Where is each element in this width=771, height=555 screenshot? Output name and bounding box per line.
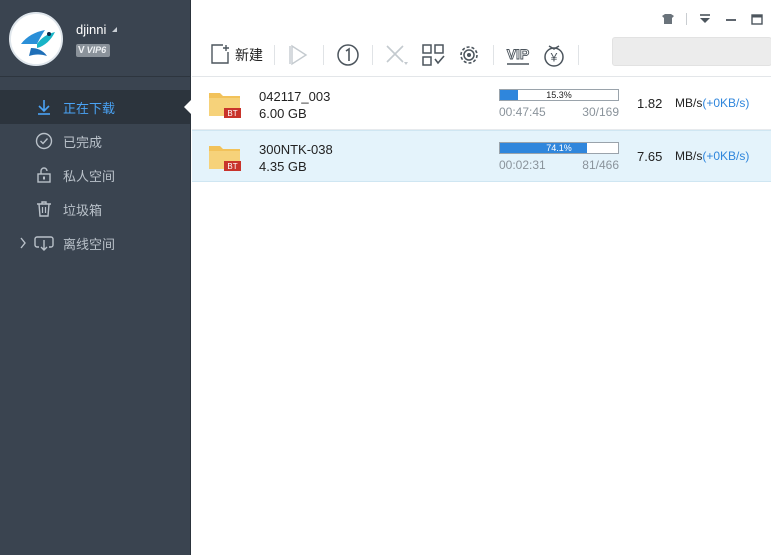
skin-shirt-icon[interactable] [658,9,678,29]
window-controls [658,9,767,29]
play-icon [289,44,308,66]
toolbar-divider [372,45,373,65]
speed-unit: MB/s(+0KB/s) [675,149,749,163]
vip-level-text: VIP6 [86,45,107,55]
vip-text: VIP [507,46,530,62]
sidebar-item-offline-space[interactable]: 离线空间 [0,226,191,260]
menu-dropdown-icon[interactable] [695,9,715,29]
new-task-button[interactable]: 新建 [204,40,268,70]
bt-badge: BT [227,109,237,118]
progress-percent: 15.3% [546,90,572,100]
sidebar-nav: 正在下载 已完成 私人空间 垃圾箱 离线空间 [0,90,192,260]
pieces-count: 30/169 [582,105,619,119]
maximize-icon[interactable] [747,9,767,29]
sidebar-item-private-space[interactable]: 私人空间 [0,158,191,192]
active-indicator [184,99,192,115]
task-size: 6.00 GB [259,106,307,121]
toolbar: 新建 VIP ¥ [204,40,585,70]
task-row[interactable]: BT 042117_003 6.00 GB 15.3% 00:47:45 30/… [192,78,771,130]
chevron-right-icon[interactable] [19,237,27,249]
progress-bar: 15.3% [499,89,619,101]
settings-gear-icon [460,46,478,64]
toolbar-divider [578,45,579,65]
bt-folder-icon: BT [208,142,242,172]
minimize-icon[interactable] [721,9,741,29]
vip-icon: VIP [506,46,530,65]
cloud-download-icon [33,233,55,253]
sidebar-item-trash[interactable]: 垃圾箱 [0,192,191,226]
username[interactable]: djinni [76,22,106,37]
sidebar-item-downloading[interactable]: 正在下载 [0,90,192,124]
vip-level-badge[interactable]: V VIP6 [76,44,111,57]
qr-code-icon [422,44,445,66]
window-controls-divider [686,13,687,25]
coin-symbol: ¥ [550,51,558,65]
sidebar-item-label: 离线空间 [63,236,116,252]
new-task-icon [209,43,231,68]
search-input[interactable] [612,37,771,66]
sidebar-item-label: 私人空间 [63,168,116,184]
sidebar-item-completed[interactable]: 已完成 [0,124,191,158]
progress-bar: 74.1% [499,142,619,154]
coin-button[interactable]: ¥ [536,40,572,70]
sidebar-item-label: 已完成 [63,134,103,150]
task-name: 300NTK-038 [259,142,333,157]
bt-folder-icon: BT [208,89,242,119]
pieces-count: 81/466 [582,158,619,172]
task-size: 4.35 GB [259,159,307,174]
bird-logo-icon [11,14,61,64]
start-button[interactable] [281,40,317,70]
task-row[interactable]: BT 300NTK-038 4.35 GB 74.1% 00:02:31 81/… [192,130,771,182]
user-avatar[interactable] [9,12,63,66]
time-remaining: 00:47:45 [499,105,546,119]
upload-speed: (+0KB/s) [702,149,750,163]
toolbar-divider [493,45,494,65]
time-remaining: 00:02:31 [499,158,546,172]
sidebar-item-label: 垃圾箱 [63,202,103,218]
vip-letter: V [78,45,85,56]
vip-button[interactable]: VIP [500,40,536,70]
lock-icon [33,165,55,185]
qr-code-button[interactable] [415,40,451,70]
coin-icon: ¥ [544,45,564,67]
bt-badge: BT [227,162,237,171]
top-bar: 新建 VIP ¥ [192,0,771,77]
task-name: 042117_003 [259,89,331,104]
new-task-label: 新建 [235,47,263,63]
sidebar: djinni V VIP6 正在下载 已完成 私人空间 垃圾箱 离线空间 [0,0,192,555]
user-menu-caret-icon[interactable] [112,27,117,32]
download-speed: 7.65 [637,149,663,164]
speed-limit-button[interactable] [330,40,366,70]
speed-unit-text: MB/s [675,149,703,163]
toolbar-divider [274,45,275,65]
upload-speed: (+0KB/s) [702,96,750,110]
check-circle-icon [33,131,55,151]
speed-limit-icon [337,44,359,66]
delete-icon [386,45,408,65]
delete-button[interactable] [379,40,415,70]
download-speed: 1.82 [637,96,663,111]
download-arrow-icon [33,97,55,117]
sidebar-item-label: 正在下载 [63,100,116,116]
sidebar-divider [0,76,191,77]
toolbar-divider [323,45,324,65]
settings-button[interactable] [451,40,487,70]
speed-unit: MB/s(+0KB/s) [675,96,749,110]
speed-unit-text: MB/s [675,96,703,110]
progress-percent: 74.1% [546,143,572,153]
trash-icon [33,199,55,219]
task-list: BT 042117_003 6.00 GB 15.3% 00:47:45 30/… [192,78,771,182]
